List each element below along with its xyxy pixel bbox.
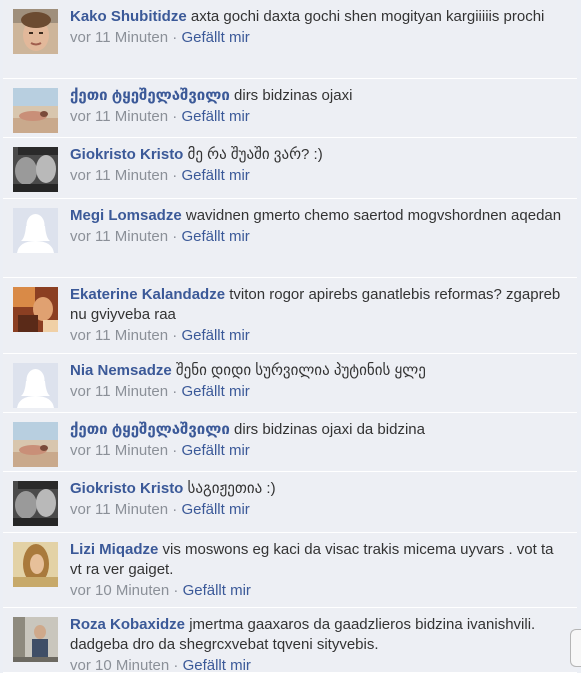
meta-separator: · [172,442,178,459]
comment-author-link[interactable]: Megi Lomsadze [70,207,182,224]
avatar[interactable] [13,481,58,526]
scroll-handle[interactable] [570,629,581,667]
comment-item: Giokristo Kristo საგიჟეთია :) vor 11 Minu… [3,472,577,533]
comment-text: wavidnen gmerto chemo saertod mogvshordn… [185,207,562,224]
comment-timestamp[interactable]: vor 11 Minuten [70,29,168,46]
like-link[interactable]: Gefällt mir [181,501,249,518]
comment-item: Roza Kobaxidze jmertma gaaxaros da gaadz… [3,608,577,673]
comment-feed: Kako Shubitidze axta gochi daxta gochi s… [0,0,581,673]
comment-item: Nia Nemsadze შენი დიდი სურვილია პუტინის … [3,354,577,413]
comment-author-link[interactable]: Ekaterine Kalandadze [70,286,225,303]
comment-meta: vor 11 Minuten · Gefällt mir [70,166,563,186]
like-link[interactable]: Gefällt mir [181,167,249,184]
like-link[interactable]: Gefällt mir [183,582,251,599]
avatar[interactable] [13,9,58,54]
avatar[interactable] [13,208,58,253]
comment-item: ქეთი ტყეშელაშვილი dirs bidzinas ojaxi vor… [3,79,577,138]
avatar[interactable] [13,147,58,192]
avatar[interactable] [13,617,58,662]
comment-timestamp[interactable]: vor 11 Minuten [70,442,168,459]
comment-meta: vor 11 Minuten · Gefällt mir [70,326,563,346]
comment-content: Ekaterine Kalandadze tviton rogor apireb… [70,278,577,346]
comment-text: შენი დიდი სურვილია პუტინის ყლე [175,362,426,379]
comment-meta: vor 11 Minuten · Gefällt mir [70,28,563,48]
comment-timestamp[interactable]: vor 11 Minuten [70,383,168,400]
meta-separator: · [172,167,178,184]
meta-separator: · [172,327,178,344]
comment-content: Giokristo Kristo მე რა შუაში ვარ? :) vor … [70,138,577,186]
comment-timestamp[interactable]: vor 10 Minuten [70,657,169,673]
comment-content: Nia Nemsadze შენი დიდი სურვილია პუტინის … [70,354,577,402]
comment-text: dirs bidzinas ojaxi [234,87,353,104]
comment-content: Megi Lomsadze wavidnen gmerto chemo saer… [70,199,577,247]
comment-meta: vor 11 Minuten · Gefällt mir [70,227,563,247]
like-link[interactable]: Gefällt mir [181,29,249,46]
comment-author-link[interactable]: Lizi Miqadze [70,541,158,558]
comment-timestamp[interactable]: vor 10 Minuten [70,582,169,599]
comment-content: ქეთი ტყეშელაშვილი dirs bidzinas ojaxi vor… [70,79,577,127]
comment-item: Lizi Miqadze vis moswons eg kaci da visa… [3,533,577,608]
meta-separator: · [172,383,178,400]
comment-item: Giokristo Kristo მე რა შუაში ვარ? :) vor … [3,138,577,199]
like-link[interactable]: Gefällt mir [181,442,249,459]
comment-author-link[interactable]: Giokristo Kristo [70,480,183,497]
like-link[interactable]: Gefällt mir [181,383,249,400]
meta-separator: · [172,501,178,518]
avatar[interactable] [13,542,58,587]
comment-content: Lizi Miqadze vis moswons eg kaci da visa… [70,533,577,601]
comment-item: Megi Lomsadze wavidnen gmerto chemo saer… [3,199,577,278]
comment-author-link[interactable]: ქეთი ტყეშელაშვილი [70,87,230,104]
comment-item: Ekaterine Kalandadze tviton rogor apireb… [3,278,577,354]
comment-author-link[interactable]: ქეთი ტყეშელაშვილი [70,421,230,438]
comment-author-link[interactable]: Roza Kobaxidze [70,616,185,633]
comment-content: ქეთი ტყეშელაშვილი dirs bidzinas ojaxi da… [70,413,577,461]
avatar[interactable] [13,287,58,332]
comment-content: Giokristo Kristo საგიჟეთია :) vor 11 Minu… [70,472,577,520]
comment-text: axta gochi daxta gochi shen mogityan kar… [190,8,545,25]
comment-meta: vor 10 Minuten · Gefällt mir [70,656,563,673]
comment-meta: vor 10 Minuten · Gefällt mir [70,581,563,601]
avatar[interactable] [13,422,58,467]
comment-timestamp[interactable]: vor 11 Minuten [70,501,168,518]
meta-separator: · [173,657,179,673]
comment-author-link[interactable]: Giokristo Kristo [70,146,183,163]
comment-timestamp[interactable]: vor 11 Minuten [70,327,168,344]
comment-text: საგიჟეთია :) [187,480,276,497]
comment-meta: vor 11 Minuten · Gefällt mir [70,107,563,127]
comment-content: Roza Kobaxidze jmertma gaaxaros da gaadz… [70,608,577,673]
avatar[interactable] [13,88,58,133]
meta-separator: · [173,582,179,599]
comment-content: Kako Shubitidze axta gochi daxta gochi s… [70,0,577,48]
comment-meta: vor 11 Minuten · Gefällt mir [70,441,563,461]
comment-author-link[interactable]: Kako Shubitidze [70,8,187,25]
comment-author-link[interactable]: Nia Nemsadze [70,362,172,379]
comment-timestamp[interactable]: vor 11 Minuten [70,167,168,184]
like-link[interactable]: Gefällt mir [183,657,251,673]
meta-separator: · [172,228,178,245]
meta-separator: · [172,108,178,125]
comment-text: dirs bidzinas ojaxi da bidzina [234,421,425,438]
comment-item: ქეთი ტყეშელაშვილი dirs bidzinas ojaxi da… [3,413,577,472]
like-link[interactable]: Gefällt mir [181,108,249,125]
comment-timestamp[interactable]: vor 11 Minuten [70,108,168,125]
avatar[interactable] [13,363,58,408]
comment-meta: vor 11 Minuten · Gefällt mir [70,500,563,520]
comment-item: Kako Shubitidze axta gochi daxta gochi s… [3,0,577,79]
like-link[interactable]: Gefällt mir [181,327,249,344]
comment-timestamp[interactable]: vor 11 Minuten [70,228,168,245]
comment-meta: vor 11 Minuten · Gefällt mir [70,382,563,402]
meta-separator: · [172,29,178,46]
comment-text: მე რა შუაში ვარ? :) [187,146,323,163]
like-link[interactable]: Gefällt mir [181,228,249,245]
